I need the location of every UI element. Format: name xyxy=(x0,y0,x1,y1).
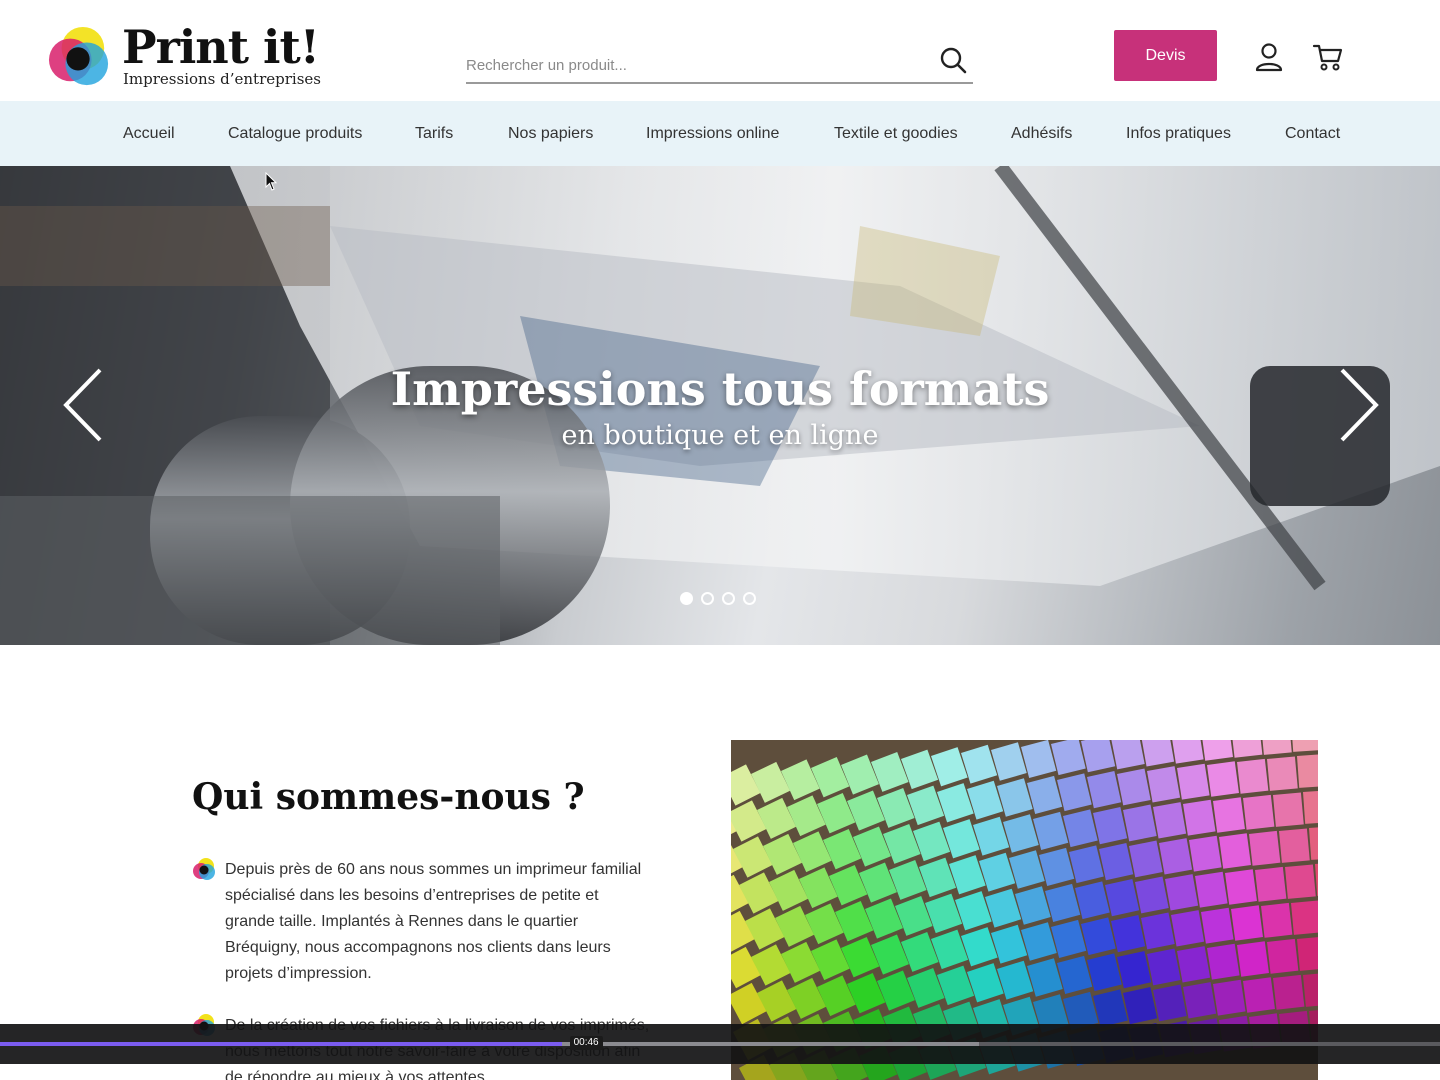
swatch-chip xyxy=(1201,740,1233,761)
carousel-dot-2[interactable] xyxy=(701,592,714,605)
swatch-chip xyxy=(1273,974,1305,1010)
search-icon[interactable] xyxy=(939,46,967,74)
progress-track[interactable]: 00:46 xyxy=(0,1036,1440,1050)
carousel-dot-1[interactable] xyxy=(680,592,693,605)
swatch-chip xyxy=(1284,864,1316,899)
swatch-chip xyxy=(1213,797,1245,833)
swatch-chip xyxy=(1207,943,1240,980)
hero-title: Impressions tous formats xyxy=(390,362,1050,416)
about-text-1: Depuis près de 60 ans nous sommes un imp… xyxy=(225,861,642,982)
bullet-logo-icon xyxy=(193,858,215,880)
nav-item-papiers[interactable]: Nos papiers xyxy=(508,101,593,166)
swatch-chip xyxy=(1170,910,1205,947)
swatch-chip xyxy=(1249,830,1281,866)
chevron-right-icon[interactable] xyxy=(1336,366,1382,444)
swatch-chip xyxy=(1207,761,1239,797)
hero-subtitle: en boutique et en ligne xyxy=(561,420,879,451)
search-input[interactable] xyxy=(466,52,926,78)
hero-carousel: Impressions tous formats en boutique et … xyxy=(0,166,1440,645)
brand-tagline: Impressions d’entreprises xyxy=(123,70,321,88)
swatch-chip xyxy=(1219,833,1251,869)
swatch-chip xyxy=(1266,756,1298,791)
nav-item-accueil[interactable]: Accueil xyxy=(123,101,175,166)
logo-mark-icon xyxy=(48,26,109,86)
current-time-label: 00:46 xyxy=(569,1036,603,1050)
chevron-left-icon[interactable] xyxy=(60,366,106,444)
site-logo[interactable]: Print it! Impressions d’entreprises xyxy=(48,20,328,94)
swatch-chip xyxy=(1153,802,1187,839)
swatch-chip xyxy=(1291,740,1318,752)
site-header: Print it! Impressions d’entreprises Devi… xyxy=(0,0,1440,101)
swatch-chip xyxy=(1201,907,1234,944)
swatch-chip xyxy=(1146,766,1181,803)
swatch-chip xyxy=(1290,900,1318,935)
nav-item-impressions-online[interactable]: Impressions online xyxy=(646,101,779,166)
carousel-indicators xyxy=(680,592,756,606)
devis-button[interactable]: Devis xyxy=(1114,30,1217,81)
swatch-chip xyxy=(1177,946,1211,983)
swatch-chip xyxy=(1189,835,1222,872)
swatch-chip xyxy=(1303,790,1318,824)
swatch-chip xyxy=(1297,754,1318,788)
carousel-dot-3[interactable] xyxy=(722,592,735,605)
swatch-chip xyxy=(1255,866,1287,902)
swatch-chip xyxy=(1171,740,1204,764)
swatch-chip xyxy=(1243,794,1275,830)
swatch-chip xyxy=(1297,936,1318,971)
swatch-chip xyxy=(1183,982,1217,1019)
swatch-chip xyxy=(1278,828,1310,863)
swatch-chip xyxy=(1177,763,1210,800)
cart-icon[interactable] xyxy=(1312,42,1344,72)
video-progress-bar[interactable]: 00:46 xyxy=(0,1024,1440,1064)
swatch-chip xyxy=(1272,792,1304,827)
swatch-chip xyxy=(1237,758,1269,794)
swatch-chip xyxy=(1165,874,1199,911)
nav-item-textile[interactable]: Textile et goodies xyxy=(834,101,958,166)
swatch-chip xyxy=(1237,941,1269,977)
nav-item-infos[interactable]: Infos pratiques xyxy=(1126,101,1231,166)
swatch-chip xyxy=(1225,869,1257,905)
swatch-chip xyxy=(1231,740,1263,758)
swatch-chip xyxy=(1260,740,1292,755)
nav-item-catalogue[interactable]: Catalogue produits xyxy=(228,101,362,166)
swatch-chip xyxy=(1213,979,1246,1016)
main-nav: Accueil Catalogue produits Tarifs Nos pa… xyxy=(0,101,1440,166)
swatch-chip xyxy=(1195,871,1228,908)
carousel-dot-4[interactable] xyxy=(743,592,756,605)
swatch-chip xyxy=(1261,902,1293,938)
about-paragraph-1: Depuis près de 60 ans nous sommes un imp… xyxy=(192,857,652,997)
swatch-chip xyxy=(1159,838,1193,875)
swatch-chip xyxy=(1183,799,1216,836)
user-icon[interactable] xyxy=(1254,42,1284,72)
mouse-cursor-icon xyxy=(265,172,278,191)
nav-item-contact[interactable]: Contact xyxy=(1285,101,1340,166)
swatch-chip xyxy=(1267,938,1299,974)
progress-played xyxy=(0,1042,562,1046)
nav-item-tarifs[interactable]: Tarifs xyxy=(415,101,453,166)
search-bar xyxy=(466,40,973,84)
nav-item-adhesifs[interactable]: Adhésifs xyxy=(1011,101,1072,166)
swatch-chip xyxy=(1231,905,1263,941)
about-title: Qui sommes-nous ? xyxy=(192,776,585,818)
brand-name: Print it! xyxy=(122,20,320,74)
swatch-chip xyxy=(1243,977,1275,1013)
